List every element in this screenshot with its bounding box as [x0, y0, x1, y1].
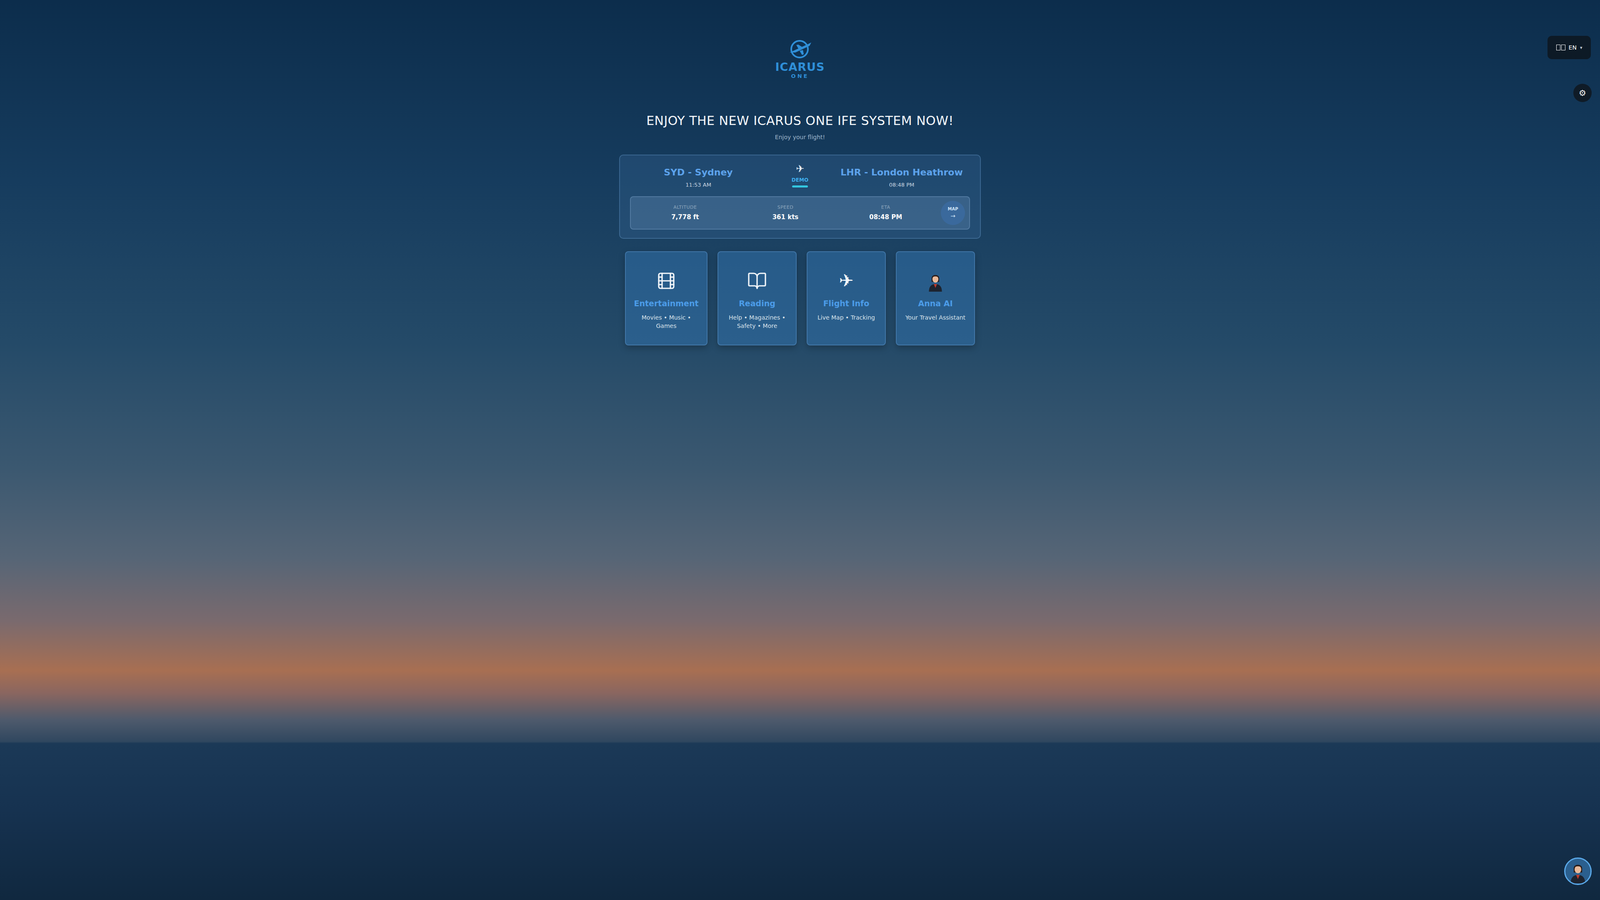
stat-value: 7,778 ft — [671, 213, 699, 221]
menu-tile[interactable]: Entertainment Movies • Music • Games — [625, 251, 708, 346]
plane-icon: ✈ — [838, 272, 854, 290]
origin: SYD - Sydney 11:53 AM — [630, 163, 767, 188]
destination-time: 08:48 PM — [889, 181, 915, 188]
mode-label: DEMO — [791, 177, 809, 183]
stat-label: ETA — [881, 204, 891, 210]
destination: LHR - London Heathrow 08:48 PM — [833, 163, 970, 188]
tile-icon-box: ✈ — [838, 268, 854, 293]
stat-label: SPEED — [777, 204, 794, 210]
language-label: EN — [1568, 44, 1577, 51]
language-button[interactable]: EN▾ — [1547, 35, 1591, 60]
book-icon — [747, 270, 768, 291]
map-label: MAP — [947, 206, 958, 212]
menu-tile[interactable]: Anna AI Your Travel Assistant — [895, 251, 975, 346]
assistant-chat-button[interactable] — [1564, 857, 1592, 885]
menu-tile[interactable]: ✈ Flight Info Live Map • Tracking — [806, 251, 886, 346]
tile-title: Reading — [738, 298, 776, 308]
assistant-avatar-icon — [1565, 859, 1590, 884]
settings-button[interactable]: ⚙ — [1573, 83, 1592, 103]
stat-label: ALTITUDE — [673, 204, 697, 210]
tile-icon-box — [924, 268, 947, 293]
hero-title: ENJOY THE NEW ICARUS ONE IFE SYSTEM NOW! — [646, 113, 954, 128]
stat: ETA 08:48 PM — [835, 204, 936, 221]
tile-title: Anna AI — [918, 298, 953, 308]
icarus-logo-icon — [787, 38, 813, 60]
hero-subtitle: Enjoy your flight! — [775, 133, 825, 141]
logo-sub: ONE — [791, 73, 810, 80]
destination-name: LHR - London Heathrow — [840, 167, 963, 178]
route-row: SYD - Sydney 11:53 AM ✈ DEMO LHR - London He… — [630, 163, 970, 188]
mode-underline — [792, 185, 808, 188]
stat-value: 08:48 PM — [869, 213, 903, 221]
tile-description: Movies • Music • Games — [631, 313, 701, 330]
caret-icon: ▾ — [1580, 45, 1583, 51]
plane-icon: ✈ — [795, 163, 805, 174]
stat-value: 361 kts — [772, 213, 799, 221]
stats-strip: ALTITUDE 7,778 ft SPEED 361 kts ETA 08:48 PM M… — [630, 196, 970, 230]
tile-description: Live Map • Tracking — [817, 313, 875, 323]
tile-row: Entertainment Movies • Music • Games Readi… — [625, 251, 975, 346]
flag-icon — [1556, 44, 1566, 51]
tile-description: Your Travel Assistant — [905, 313, 966, 323]
origin-time: 11:53 AM — [685, 181, 712, 188]
map-button[interactable]: MAP→ — [940, 200, 965, 225]
stat: SPEED 361 kts — [735, 204, 836, 221]
flight-mode: ✈ DEMO — [766, 163, 834, 188]
tile-title: Flight Info — [823, 298, 870, 308]
gear-icon: ⚙ — [1578, 87, 1587, 98]
arrow-icon: → — [950, 212, 956, 219]
film-icon — [656, 270, 677, 291]
ife-home: ICARUSONE ENJOY THE NEW ICARUS ONE IFE SY… — [0, 0, 1600, 900]
tile-icon-box — [747, 268, 768, 293]
logo: ICARUSONE — [775, 38, 825, 80]
flight-card: SYD - Sydney 11:53 AM ✈ DEMO LHR - London He… — [619, 154, 981, 239]
tile-icon-box — [656, 268, 677, 293]
stat: ALTITUDE 7,778 ft — [635, 204, 736, 221]
anna-avatar-icon — [924, 270, 947, 292]
origin-name: SYD - Sydney — [663, 167, 733, 178]
tile-description: Help • Magazines • Safety • More — [724, 313, 790, 330]
logo-name: ICARUS — [775, 60, 825, 74]
tile-title: Entertainment — [633, 298, 699, 308]
menu-tile[interactable]: Reading Help • Magazines • Safety • More — [717, 251, 797, 346]
